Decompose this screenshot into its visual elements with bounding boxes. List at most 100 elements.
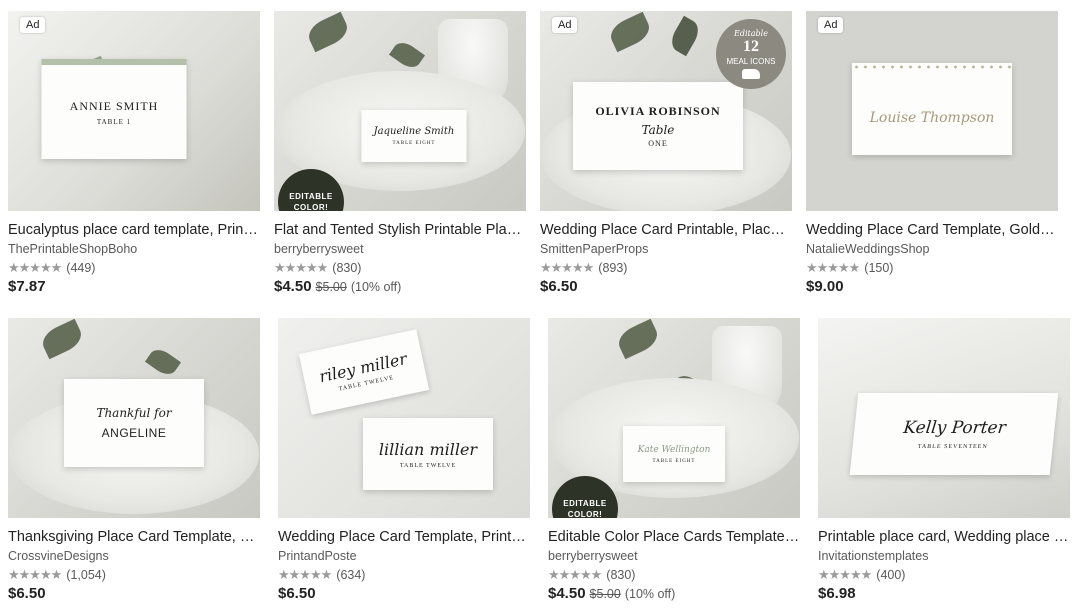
listing-card[interactable]: ANNIE SMITH TABLE 1 Ad Eucalyptus place … [8, 11, 260, 295]
placecard-table: TABLE EIGHT [392, 141, 436, 146]
placecard-table: TABLE EIGHT [652, 458, 696, 464]
placecard-name: lillian miller [378, 439, 478, 459]
price: $4.50 [548, 585, 586, 602]
listing-title[interactable]: Editable Color Place Cards Template, Pri… [548, 529, 800, 546]
shop-name[interactable]: PrintandPoste [278, 549, 530, 564]
listing-thumbnail[interactable]: Jaqueline Smith TABLE EIGHT EDITABLE COL… [274, 11, 526, 211]
placecard-name: Louise Thompson [869, 110, 995, 126]
placecard-preview: lillian miller TABLE TWELVE [363, 418, 493, 490]
star-rating-icon: ★★★★★ [274, 260, 328, 275]
placecard-preview: riley miller TABLE TWELVE [298, 329, 430, 415]
ad-badge: Ad [20, 17, 46, 33]
ad-badge: Ad [552, 17, 578, 33]
badge-text: EDITABLE [289, 191, 333, 201]
rating: ★★★★★ (893) [540, 260, 792, 275]
listing-title[interactable]: Wedding Place Card Template, Gold Confet… [806, 222, 1058, 239]
placecard-preview: Thankful for ANGELINE [64, 379, 204, 467]
price: $6.50 [8, 585, 46, 602]
review-count: (634) [336, 568, 366, 582]
listing-card[interactable]: Thankful for ANGELINE Thanksgiving Place… [8, 318, 260, 602]
rating: ★★★★★ (830) [274, 260, 526, 275]
rating: ★★★★★ (449) [8, 260, 260, 275]
price: $6.50 [278, 585, 316, 602]
placecard-table: TABLE 1 [96, 117, 132, 126]
listing-card[interactable]: Jaqueline Smith TABLE EIGHT EDITABLE COL… [274, 11, 526, 295]
listing-title[interactable]: Thanksgiving Place Card Template, Editab… [8, 529, 260, 546]
price-row: $9.00 [806, 278, 1058, 295]
placecard-table: TABLE SEVENTEEN [917, 444, 988, 450]
listing-card[interactable]: Kate Wellington TABLE EIGHT EDITABLE COL… [548, 318, 800, 602]
listing-thumbnail[interactable]: Thankful for ANGELINE [8, 318, 260, 518]
review-count: (830) [606, 568, 636, 582]
rating: ★★★★★ (400) [818, 567, 1070, 582]
placecard-name: ANGELINE [101, 426, 167, 440]
review-count: (893) [598, 261, 628, 275]
placecard-preview: Kelly Porter TABLE SEVENTEEN [849, 393, 1059, 475]
price: $4.50 [274, 278, 312, 295]
placecard-name: OLIVIA ROBINSON [595, 104, 721, 118]
badge-number: 12 [743, 38, 759, 56]
placecard-preview: Kate Wellington TABLE EIGHT [623, 426, 725, 482]
placecard-preview: Jaqueline Smith TABLE EIGHT [361, 110, 467, 162]
shop-name[interactable]: CrossvineDesigns [8, 549, 260, 564]
discount-label: (10% off) [350, 280, 402, 294]
star-rating-icon: ★★★★★ [818, 567, 872, 582]
listing-title[interactable]: Wedding Place Card Template, Printable P… [278, 529, 530, 546]
shop-name[interactable]: SmittenPaperProps [540, 242, 792, 257]
listing-thumbnail[interactable]: Louise Thompson Ad [806, 11, 1058, 211]
listing-title[interactable]: Wedding Place Card Printable, Place Card… [540, 222, 792, 239]
review-count: (830) [332, 261, 362, 275]
badge-text: COLOR! [293, 203, 329, 211]
placecard-script: Table [641, 123, 675, 137]
price-row: $6.98 [818, 585, 1070, 602]
review-count: (150) [864, 261, 894, 275]
placecard-name: Jaqueline Smith [373, 126, 455, 137]
discount-label: (10% off) [624, 587, 676, 601]
listing-title[interactable]: Eucalyptus place card template, Printabl… [8, 222, 260, 239]
star-rating-icon: ★★★★★ [278, 567, 332, 582]
listing-card[interactable]: riley miller TABLE TWELVE lillian miller… [278, 318, 530, 602]
listing-card[interactable]: OLIVIA ROBINSON Table ONE Ad Editable 12… [540, 11, 792, 295]
price: $9.00 [806, 278, 844, 295]
placecard-table: TABLE TWELVE [399, 462, 457, 469]
shop-name[interactable]: berryberrysweet [548, 549, 800, 564]
shop-name[interactable]: NatalieWeddingsShop [806, 242, 1058, 257]
listing-thumbnail[interactable]: ANNIE SMITH TABLE 1 Ad [8, 11, 260, 211]
placecard-name: ANNIE SMITH [69, 98, 159, 113]
listing-title[interactable]: Flat and Tented Stylish Printable Place … [274, 222, 526, 239]
leaf-decoration [606, 11, 654, 53]
shop-name[interactable]: berryberrysweet [274, 242, 526, 257]
listing-card[interactable]: Louise Thompson Ad Wedding Place Card Te… [806, 11, 1058, 295]
badge-text: COLOR! [567, 510, 603, 518]
meal-icons-badge: Editable 12 MEAL ICONS [716, 19, 786, 89]
listing-thumbnail[interactable]: OLIVIA ROBINSON Table ONE Ad Editable 12… [540, 11, 792, 211]
listing-thumbnail[interactable]: Kate Wellington TABLE EIGHT EDITABLE COL… [548, 318, 800, 518]
listing-thumbnail[interactable]: riley miller TABLE TWELVE lillian miller… [278, 318, 530, 518]
placecard-preview: Louise Thompson [852, 63, 1012, 155]
price-row: $7.87 [8, 278, 260, 295]
rating: ★★★★★ (1,054) [8, 567, 260, 582]
price: $6.50 [540, 278, 578, 295]
rating: ★★★★★ (830) [548, 567, 800, 582]
badge-text: MEAL ICONS [726, 56, 776, 66]
original-price: $5.00 [315, 280, 347, 294]
leaf-decoration [614, 318, 662, 360]
review-count: (449) [66, 261, 96, 275]
placecard-name: Kelly Porter [902, 418, 1007, 438]
listing-card[interactable]: Kelly Porter TABLE SEVENTEEN Printable p… [818, 318, 1070, 602]
cow-icon [742, 68, 760, 79]
star-rating-icon: ★★★★★ [8, 260, 62, 275]
placecard-table: ONE [648, 139, 668, 148]
placecard-preview: ANNIE SMITH TABLE 1 [41, 59, 187, 159]
shop-name[interactable]: ThePrintableShopBoho [8, 242, 260, 257]
listing-title[interactable]: Printable place card, Wedding place card… [818, 529, 1070, 546]
shop-name[interactable]: Invitationstemplates [818, 549, 1070, 564]
listing-thumbnail[interactable]: Kelly Porter TABLE SEVENTEEN [818, 318, 1070, 518]
price: $7.87 [8, 278, 46, 295]
review-count: (400) [876, 568, 906, 582]
price-row: $4.50 $5.00 (10% off) [274, 278, 526, 295]
placecard-script: Thankful for [96, 406, 172, 420]
price-row: $6.50 [278, 585, 530, 602]
leaf-decoration [38, 318, 86, 360]
star-rating-icon: ★★★★★ [548, 567, 602, 582]
